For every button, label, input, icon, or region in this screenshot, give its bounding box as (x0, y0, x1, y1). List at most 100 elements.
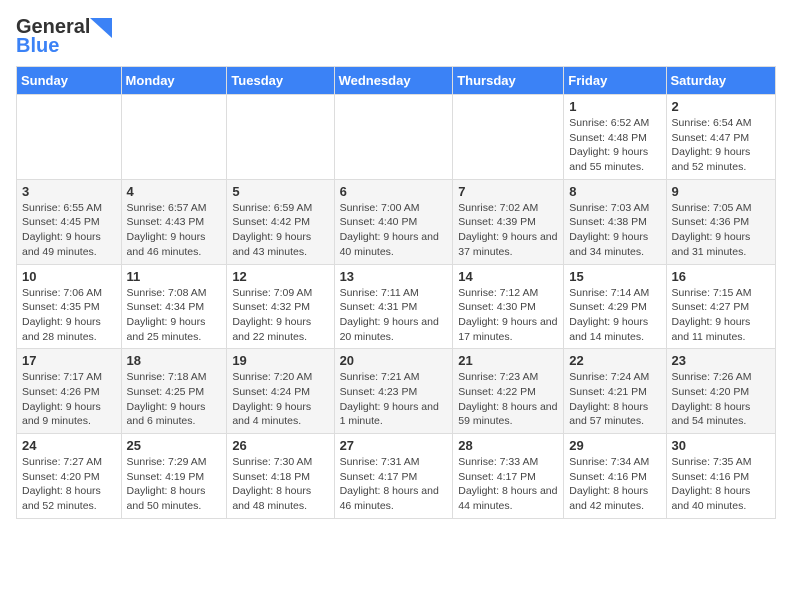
calendar-cell: 27 Sunrise: 7:31 AMSunset: 4:17 PMDayligh… (334, 434, 453, 519)
day-number: 1 (569, 99, 660, 114)
day-number: 21 (458, 353, 558, 368)
calendar-cell: 15 Sunrise: 7:14 AMSunset: 4:29 PMDayligh… (564, 264, 666, 349)
day-info: Sunrise: 7:00 AMSunset: 4:40 PMDaylight:… (340, 201, 448, 260)
day-info: Sunrise: 7:15 AMSunset: 4:27 PMDaylight:… (672, 286, 770, 345)
day-info: Sunrise: 6:55 AMSunset: 4:45 PMDaylight:… (22, 201, 116, 260)
weekday-header-tuesday: Tuesday (227, 67, 334, 95)
day-number: 17 (22, 353, 116, 368)
weekday-header-saturday: Saturday (666, 67, 775, 95)
day-info: Sunrise: 7:33 AMSunset: 4:17 PMDaylight:… (458, 455, 558, 514)
day-number: 13 (340, 269, 448, 284)
day-info: Sunrise: 7:23 AMSunset: 4:22 PMDaylight:… (458, 370, 558, 429)
day-number: 22 (569, 353, 660, 368)
day-info: Sunrise: 7:30 AMSunset: 4:18 PMDaylight:… (232, 455, 328, 514)
day-number: 19 (232, 353, 328, 368)
logo-blue: Blue (16, 35, 59, 58)
day-number: 4 (127, 184, 222, 199)
day-info: Sunrise: 7:05 AMSunset: 4:36 PMDaylight:… (672, 201, 770, 260)
day-info: Sunrise: 7:24 AMSunset: 4:21 PMDaylight:… (569, 370, 660, 429)
day-info: Sunrise: 7:09 AMSunset: 4:32 PMDaylight:… (232, 286, 328, 345)
calendar-cell: 13 Sunrise: 7:11 AMSunset: 4:31 PMDayligh… (334, 264, 453, 349)
calendar-week-row: 24 Sunrise: 7:27 AMSunset: 4:20 PMDayligh… (17, 434, 776, 519)
day-number: 24 (22, 438, 116, 453)
calendar-week-row: 17 Sunrise: 7:17 AMSunset: 4:26 PMDayligh… (17, 349, 776, 434)
calendar-cell (453, 95, 564, 180)
calendar-cell: 9 Sunrise: 7:05 AMSunset: 4:36 PMDaylight… (666, 179, 775, 264)
weekday-header-wednesday: Wednesday (334, 67, 453, 95)
day-info: Sunrise: 6:54 AMSunset: 4:47 PMDaylight:… (672, 116, 770, 175)
calendar-cell: 16 Sunrise: 7:15 AMSunset: 4:27 PMDayligh… (666, 264, 775, 349)
logo-triangle-icon (90, 18, 112, 38)
calendar-table: SundayMondayTuesdayWednesdayThursdayFrid… (16, 66, 776, 519)
calendar-cell (17, 95, 122, 180)
calendar-cell: 6 Sunrise: 7:00 AMSunset: 4:40 PMDaylight… (334, 179, 453, 264)
day-info: Sunrise: 6:59 AMSunset: 4:42 PMDaylight:… (232, 201, 328, 260)
day-info: Sunrise: 7:03 AMSunset: 4:38 PMDaylight:… (569, 201, 660, 260)
calendar-cell: 7 Sunrise: 7:02 AMSunset: 4:39 PMDaylight… (453, 179, 564, 264)
day-info: Sunrise: 7:31 AMSunset: 4:17 PMDaylight:… (340, 455, 448, 514)
day-info: Sunrise: 7:08 AMSunset: 4:34 PMDaylight:… (127, 286, 222, 345)
weekday-header-sunday: Sunday (17, 67, 122, 95)
calendar-cell: 21 Sunrise: 7:23 AMSunset: 4:22 PMDayligh… (453, 349, 564, 434)
calendar-cell: 28 Sunrise: 7:33 AMSunset: 4:17 PMDayligh… (453, 434, 564, 519)
calendar-cell: 25 Sunrise: 7:29 AMSunset: 4:19 PMDayligh… (121, 434, 227, 519)
day-number: 9 (672, 184, 770, 199)
calendar-cell: 2 Sunrise: 6:54 AMSunset: 4:47 PMDaylight… (666, 95, 775, 180)
calendar-cell: 24 Sunrise: 7:27 AMSunset: 4:20 PMDayligh… (17, 434, 122, 519)
calendar-header: SundayMondayTuesdayWednesdayThursdayFrid… (17, 67, 776, 95)
weekday-header-thursday: Thursday (453, 67, 564, 95)
day-number: 28 (458, 438, 558, 453)
calendar-cell (121, 95, 227, 180)
calendar-week-row: 1 Sunrise: 6:52 AMSunset: 4:48 PMDaylight… (17, 95, 776, 180)
day-info: Sunrise: 7:27 AMSunset: 4:20 PMDaylight:… (22, 455, 116, 514)
calendar-cell: 12 Sunrise: 7:09 AMSunset: 4:32 PMDayligh… (227, 264, 334, 349)
calendar-week-row: 10 Sunrise: 7:06 AMSunset: 4:35 PMDayligh… (17, 264, 776, 349)
page-header: General Blue (16, 16, 776, 58)
calendar-cell: 29Sunrise: 7:34 AMSunset: 4:16 PMDayligh… (564, 434, 666, 519)
day-info: Sunrise: 7:20 AMSunset: 4:24 PMDaylight:… (232, 370, 328, 429)
day-info: Sunrise: 7:02 AMSunset: 4:39 PMDaylight:… (458, 201, 558, 260)
weekday-header-monday: Monday (121, 67, 227, 95)
day-info: Sunrise: 7:06 AMSunset: 4:35 PMDaylight:… (22, 286, 116, 345)
day-info: Sunrise: 7:14 AMSunset: 4:29 PMDaylight:… (569, 286, 660, 345)
day-number: 5 (232, 184, 328, 199)
day-number: 11 (127, 269, 222, 284)
calendar-week-row: 3 Sunrise: 6:55 AMSunset: 4:45 PMDaylight… (17, 179, 776, 264)
calendar-cell (227, 95, 334, 180)
day-number: 8 (569, 184, 660, 199)
day-number: 3 (22, 184, 116, 199)
day-info: Sunrise: 6:57 AMSunset: 4:43 PMDaylight:… (127, 201, 222, 260)
weekday-header-friday: Friday (564, 67, 666, 95)
day-number: 20 (340, 353, 448, 368)
calendar-cell: 11 Sunrise: 7:08 AMSunset: 4:34 PMDayligh… (121, 264, 227, 349)
calendar-cell: 17 Sunrise: 7:17 AMSunset: 4:26 PMDayligh… (17, 349, 122, 434)
day-info: Sunrise: 7:11 AMSunset: 4:31 PMDaylight:… (340, 286, 448, 345)
day-number: 2 (672, 99, 770, 114)
calendar-cell: 26 Sunrise: 7:30 AMSunset: 4:18 PMDayligh… (227, 434, 334, 519)
day-number: 7 (458, 184, 558, 199)
day-number: 12 (232, 269, 328, 284)
day-info: Sunrise: 7:21 AMSunset: 4:23 PMDaylight:… (340, 370, 448, 429)
calendar-cell: 20 Sunrise: 7:21 AMSunset: 4:23 PMDayligh… (334, 349, 453, 434)
calendar-cell: 30Sunrise: 7:35 AMSunset: 4:16 PMDayligh… (666, 434, 775, 519)
day-number: 27 (340, 438, 448, 453)
calendar-cell: 14Sunrise: 7:12 AMSunset: 4:30 PMDayligh… (453, 264, 564, 349)
day-info: Sunrise: 7:17 AMSunset: 4:26 PMDaylight:… (22, 370, 116, 429)
day-number: 26 (232, 438, 328, 453)
day-number: 10 (22, 269, 116, 284)
calendar-cell (334, 95, 453, 180)
calendar-cell: 18Sunrise: 7:18 AMSunset: 4:25 PMDayligh… (121, 349, 227, 434)
calendar-cell: 23 Sunrise: 7:26 AMSunset: 4:20 PMDayligh… (666, 349, 775, 434)
calendar-cell: 1 Sunrise: 6:52 AMSunset: 4:48 PMDaylight… (564, 95, 666, 180)
day-number: 23 (672, 353, 770, 368)
day-number: 18 (127, 353, 222, 368)
day-number: 15 (569, 269, 660, 284)
day-number: 29 (569, 438, 660, 453)
day-info: Sunrise: 7:26 AMSunset: 4:20 PMDaylight:… (672, 370, 770, 429)
day-info: Sunrise: 7:12 AMSunset: 4:30 PMDaylight:… (458, 286, 558, 345)
day-number: 16 (672, 269, 770, 284)
day-number: 6 (340, 184, 448, 199)
day-number: 25 (127, 438, 222, 453)
day-info: Sunrise: 7:29 AMSunset: 4:19 PMDaylight:… (127, 455, 222, 514)
day-info: Sunrise: 6:52 AMSunset: 4:48 PMDaylight:… (569, 116, 660, 175)
